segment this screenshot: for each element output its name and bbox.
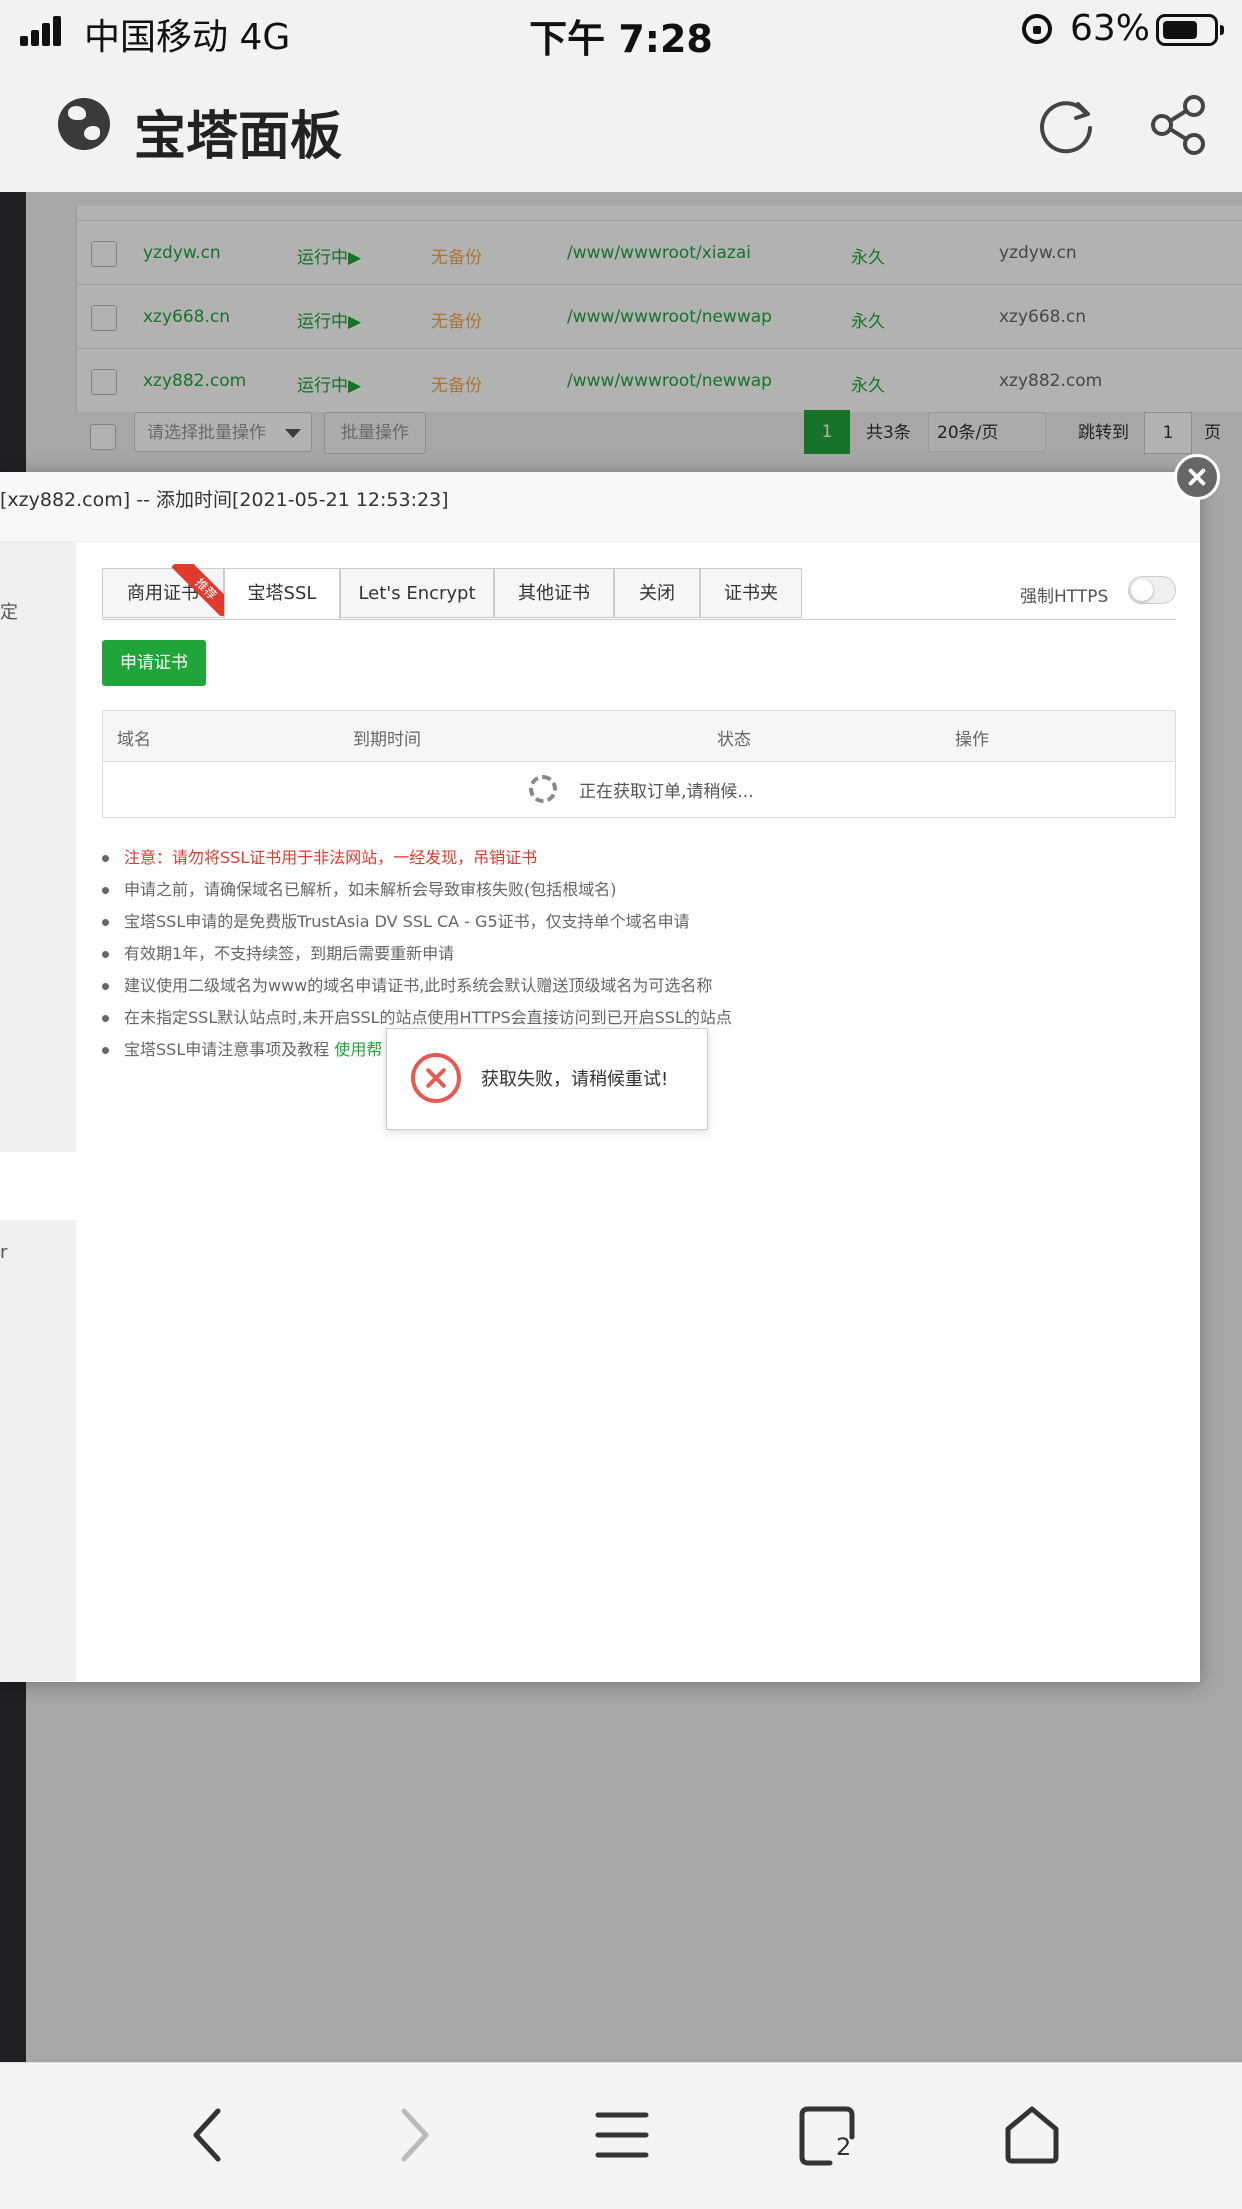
rotation-lock-icon [1022, 14, 1052, 44]
help-link[interactable]: 使用帮 [334, 1040, 382, 1059]
toast-message: 获取失败，请稍候重试! [481, 1069, 669, 1090]
forward-icon[interactable] [380, 2103, 444, 2167]
column-header: 到期时间 [353, 730, 421, 750]
column-header: 状态 [717, 730, 751, 750]
column-header: 域名 [117, 730, 151, 750]
error-toast: 获取失败，请稍候重试! [386, 1028, 708, 1130]
home-icon[interactable] [1000, 2103, 1064, 2167]
browser-bottom-bar: 2 [0, 2062, 1242, 2209]
tab-label: 证书夹 [724, 583, 778, 604]
list-item: 申请之前，请确保域名已解析，如未解析会导致审核失败(包括根域名) [102, 874, 1176, 906]
loading-text: 正在获取订单,请稍候... [579, 782, 754, 802]
nav-item-fragment[interactable]: r [0, 1242, 7, 1263]
list-item: 有效期1年，不支持续签，到期后需要重新申请 [102, 938, 1176, 970]
tab-cert-folder[interactable]: 证书夹 [700, 568, 802, 618]
list-item: 建议使用二级域名为www的域名申请证书,此时系统会默认赠送顶级域名为可选名称 [102, 970, 1176, 1002]
nav-item-ssl[interactable] [0, 1152, 76, 1220]
tab-other-cert[interactable]: 其他证书 [494, 568, 614, 618]
tabs-button[interactable]: 2 [796, 2103, 860, 2167]
menu-icon[interactable] [590, 2103, 654, 2167]
apply-cert-button[interactable]: 申请证书 [102, 640, 206, 686]
tabs-count: 2 [836, 2133, 852, 2161]
tab-label: 其他证书 [518, 583, 590, 604]
app-header: 宝塔面板 [0, 60, 1242, 192]
force-https-toggle[interactable] [1128, 576, 1176, 604]
share-icon[interactable] [1148, 94, 1208, 156]
tab-label: 宝塔SSL [247, 583, 317, 604]
error-icon [411, 1053, 461, 1103]
tab-baota-ssl[interactable]: 宝塔SSL [224, 568, 340, 620]
refresh-icon[interactable] [1038, 96, 1096, 154]
list-item: 注意：请勿将SSL证书用于非法网站，一经发现，吊销证书 [102, 842, 1176, 874]
dialog-title: [xzy882.com] -- 添加时间[2021-05-21 12:53:23… [0, 472, 1200, 542]
recommend-ribbon: 推荐 [172, 564, 224, 616]
cert-table-loading: 正在获取订单,请稍候... [103, 761, 1175, 817]
battery-icon [1156, 14, 1224, 46]
note-text: 宝塔SSL申请注意事项及教程 [124, 1040, 330, 1059]
cert-table-header: 域名 到期时间 状态 操作 [103, 711, 1175, 762]
app-title: 宝塔面板 [134, 107, 343, 167]
force-https-label: 强制HTTPS [1020, 587, 1109, 607]
tab-label: Let's Encrypt [358, 583, 476, 604]
dialog-side-nav: 定 r [0, 542, 76, 1682]
battery-percent: 63% [1070, 8, 1151, 49]
status-time: 下午 7:28 [529, 17, 713, 61]
close-icon[interactable] [1174, 454, 1220, 500]
tab-label: 关闭 [639, 583, 675, 604]
tab-close[interactable]: 关闭 [614, 568, 700, 618]
tab-lets-encrypt[interactable]: Let's Encrypt [340, 568, 494, 618]
column-header: 操作 [955, 730, 989, 750]
status-bar: 中国移动 4G 下午 7:28 63% [0, 0, 1242, 61]
list-item: 宝塔SSL申请的是免费版TrustAsia DV SSL CA - G5证书，仅… [102, 906, 1176, 938]
nav-item-fragment[interactable]: 定 [0, 598, 18, 624]
globe-icon [58, 98, 110, 150]
loading-spinner-icon [529, 775, 557, 803]
back-icon[interactable] [178, 2103, 242, 2167]
cert-table: 域名 到期时间 状态 操作 正在获取订单,请稍候... [102, 710, 1176, 818]
tabs-divider [102, 619, 1176, 620]
recommend-ribbon-label: 推荐 [172, 564, 224, 616]
